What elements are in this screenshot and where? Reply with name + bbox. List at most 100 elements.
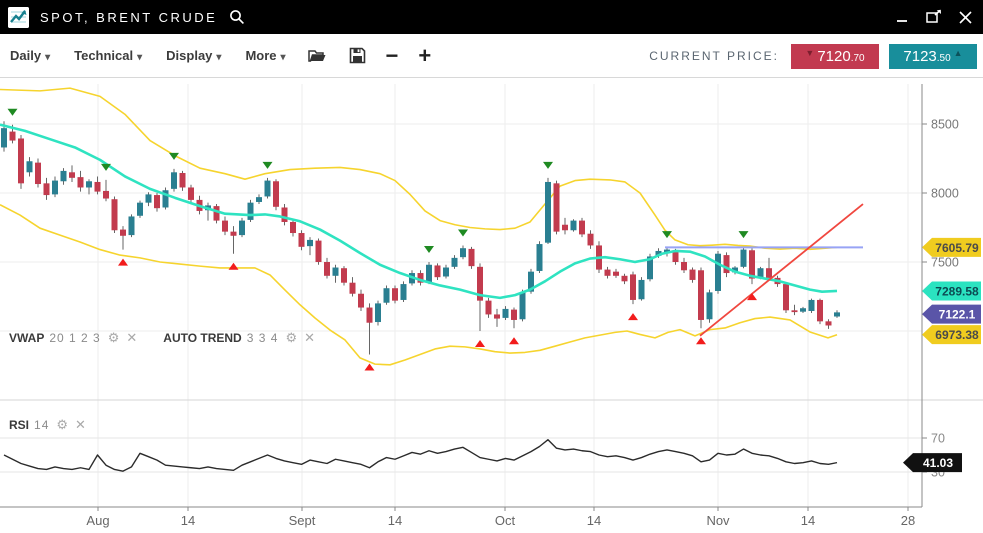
autotrend-settings-icon[interactable]: ⚙	[285, 330, 297, 346]
candle	[401, 284, 407, 300]
candle	[307, 240, 313, 246]
candle	[392, 288, 398, 300]
candle	[834, 312, 840, 316]
candle	[256, 197, 262, 202]
candle	[324, 262, 330, 276]
candle	[605, 270, 611, 276]
zoom-out-button[interactable]: −	[386, 46, 399, 66]
menu-technical[interactable]: Technical▾	[74, 48, 142, 63]
candle	[800, 308, 806, 311]
rsi-line	[4, 440, 837, 471]
sell-price-button[interactable]: ▼ 7120.70	[791, 44, 879, 69]
candle	[766, 268, 772, 278]
chart-canvas[interactable]: Aug14Sept14Oct14Nov142885008000750070307…	[0, 78, 983, 533]
close-icon[interactable]	[958, 10, 973, 25]
price-axis-label: 8000	[931, 187, 959, 201]
buy-signal-icon	[696, 337, 706, 344]
price-tag-badge: 6973.38	[922, 325, 981, 344]
vwap-settings-icon[interactable]: ⚙	[108, 330, 120, 346]
autotrend-remove-icon[interactable]: ✕	[304, 330, 315, 346]
restore-icon[interactable]	[925, 9, 942, 25]
candle	[10, 132, 16, 141]
save-icon[interactable]	[349, 47, 366, 64]
menu-more[interactable]: More▾	[245, 48, 285, 63]
candle	[690, 270, 696, 280]
candle	[707, 292, 713, 319]
candle	[316, 241, 322, 262]
sell-signal-icon	[263, 162, 273, 169]
time-axis-label: 28	[901, 513, 915, 528]
arrow-up-icon: ▲	[954, 48, 963, 58]
minimize-icon[interactable]	[895, 10, 909, 24]
zoom-in-button[interactable]: +	[418, 46, 431, 66]
rsi-settings-icon[interactable]: ⚙	[56, 417, 68, 433]
time-axis-label: 14	[181, 513, 195, 528]
time-axis-label: 14	[801, 513, 815, 528]
sell-signal-icon	[458, 229, 468, 236]
candle	[520, 292, 526, 319]
rsi-legend-params: 14	[34, 418, 49, 432]
vwap-line	[0, 125, 837, 298]
candle	[248, 203, 254, 220]
candle	[741, 250, 747, 267]
window-controls	[895, 0, 973, 34]
chart-area: Aug14Sept14Oct14Nov142885008000750070307…	[0, 78, 983, 533]
chevron-down-icon: ▾	[281, 52, 286, 63]
svg-text:7289.58: 7289.58	[935, 285, 979, 299]
chevron-down-icon: ▾	[137, 52, 142, 63]
candle	[817, 300, 823, 321]
candle	[222, 221, 228, 232]
autotrend-legend-params: 3 3 4	[247, 331, 279, 345]
candle	[613, 272, 619, 276]
candle	[469, 249, 475, 266]
candle	[698, 270, 704, 320]
candle	[129, 216, 135, 235]
candle	[494, 314, 500, 318]
candle	[426, 265, 432, 282]
plot-layer	[0, 88, 863, 471]
rsi-axis-label: 70	[931, 432, 945, 446]
candle	[384, 288, 390, 302]
vwap-legend-name: VWAP	[9, 331, 44, 345]
candle	[35, 163, 41, 184]
candle	[61, 171, 67, 181]
buy-signal-icon	[475, 340, 485, 347]
vwap-legend-params: 20 1 2 3	[49, 331, 100, 345]
candle	[367, 308, 373, 323]
buy-signal-icon	[509, 337, 519, 344]
sell-signal-icon	[8, 109, 18, 116]
menu-timeframe[interactable]: Daily▾	[10, 48, 50, 63]
candle	[783, 284, 789, 310]
buy-signal-icon	[365, 363, 375, 370]
candle	[562, 225, 568, 231]
candle	[290, 222, 296, 233]
vwap-remove-icon[interactable]: ✕	[126, 330, 137, 346]
chevron-down-icon: ▾	[45, 52, 50, 63]
buy-price-button[interactable]: 7123.50 ▲	[889, 44, 977, 69]
time-axis-label: Oct	[495, 513, 516, 528]
time-axis-label: Nov	[706, 513, 730, 528]
candle	[154, 195, 160, 208]
candle	[95, 182, 101, 192]
price-tag-badge: 7122.1	[922, 305, 981, 324]
candle	[545, 182, 551, 243]
candle	[52, 181, 58, 195]
candle	[554, 183, 560, 231]
time-axis-label: 14	[587, 513, 601, 528]
candle	[749, 250, 755, 278]
candle	[103, 191, 109, 199]
menu-display[interactable]: Display▾	[166, 48, 221, 63]
current-price-label: CURRENT PRICE:	[649, 49, 779, 63]
time-axis-label: Aug	[86, 513, 109, 528]
app-logo-icon	[8, 7, 29, 28]
candle	[350, 283, 356, 294]
candle	[443, 268, 449, 277]
open-folder-icon[interactable]	[308, 48, 327, 64]
autotrend-legend-name: AUTO TREND	[163, 331, 241, 345]
candle	[792, 310, 798, 312]
rsi-remove-icon[interactable]: ✕	[75, 417, 86, 433]
candle	[622, 276, 628, 282]
search-icon[interactable]	[229, 9, 245, 25]
candle	[282, 207, 288, 221]
svg-text:41.03: 41.03	[923, 456, 953, 470]
